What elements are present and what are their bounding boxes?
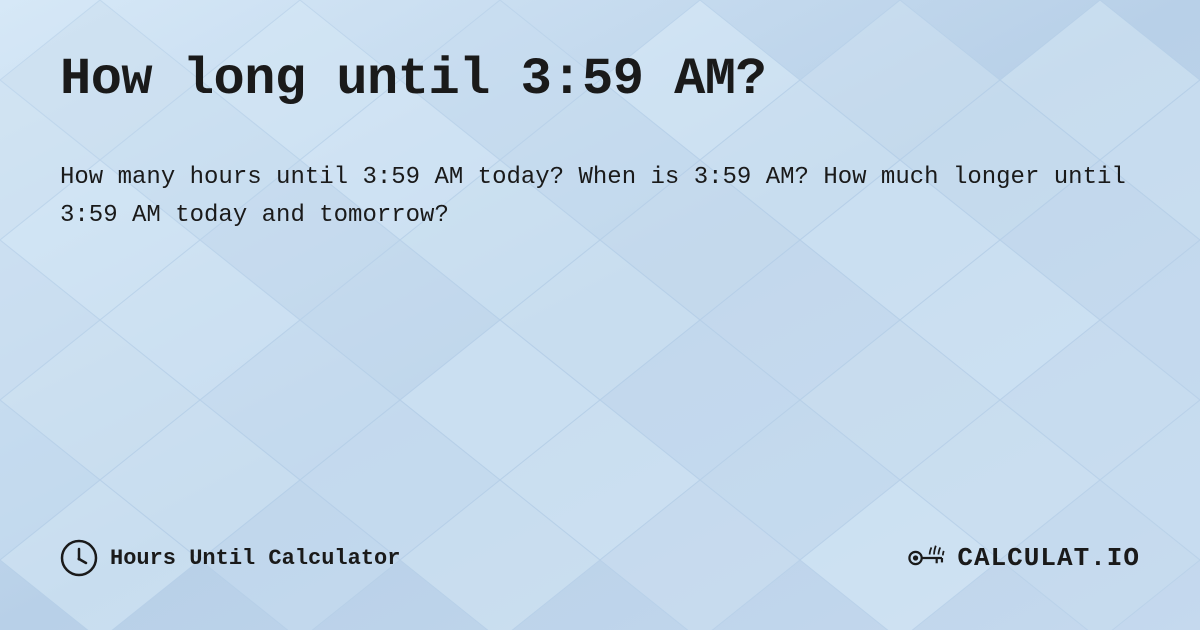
clock-icon bbox=[60, 539, 98, 577]
calculat-logo: CALCULAT.IO bbox=[905, 536, 1140, 580]
calculat-io-icon bbox=[905, 536, 949, 580]
footer-left: Hours Until Calculator bbox=[60, 539, 400, 577]
footer: Hours Until Calculator CAL bbox=[60, 536, 1140, 590]
page-description: How many hours until 3:59 AM today? When… bbox=[60, 159, 1140, 236]
page-title: How long until 3:59 AM? bbox=[60, 50, 1140, 109]
footer-right: CALCULAT.IO bbox=[905, 536, 1140, 580]
main-content: How long until 3:59 AM? How many hours u… bbox=[60, 50, 1140, 536]
footer-brand-text: Hours Until Calculator bbox=[110, 546, 400, 571]
page-content: How long until 3:59 AM? How many hours u… bbox=[0, 0, 1200, 630]
calculat-brand-text: CALCULAT.IO bbox=[957, 543, 1140, 573]
